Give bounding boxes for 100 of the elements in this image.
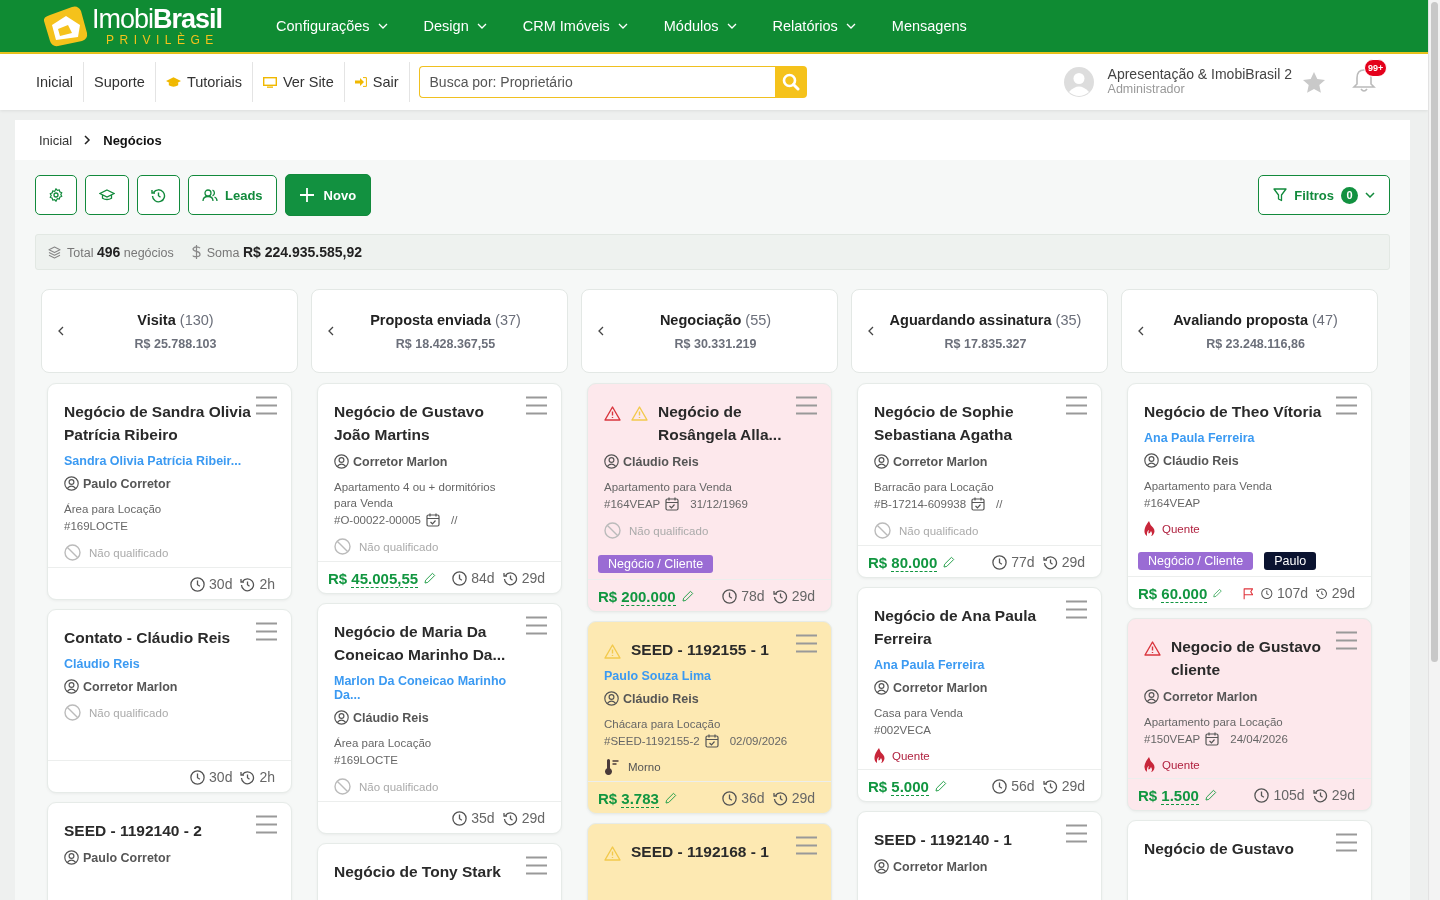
leads-button[interactable]: Leads	[188, 175, 277, 215]
pencil-icon[interactable]	[934, 780, 947, 792]
menu-icon[interactable]	[526, 396, 547, 415]
menu-icon[interactable]	[1066, 600, 1087, 619]
menu-item[interactable]: CRM Imóveis	[504, 18, 646, 34]
history-icon	[1042, 778, 1058, 794]
deal-card[interactable]: SEED - 1192140 - 2 Paulo Corretor	[47, 802, 292, 900]
menu-item[interactable]: Configurações	[258, 18, 406, 34]
breadcrumb-item[interactable]: Negócios	[103, 132, 162, 148]
last-update: 2h	[259, 576, 275, 592]
deal-value[interactable]: R$ 5.000	[868, 777, 929, 795]
pencil-icon[interactable]	[664, 792, 677, 804]
pencil-icon[interactable]	[1204, 789, 1217, 801]
user-icon	[1144, 689, 1159, 704]
search-field[interactable]: Busca por: Proprietário	[418, 66, 775, 98]
clock-icon	[992, 778, 1008, 794]
pencil-icon[interactable]	[943, 556, 956, 568]
user-icon	[874, 454, 889, 469]
pencil-icon[interactable]	[1213, 587, 1223, 599]
menu-icon[interactable]	[526, 856, 547, 875]
scrollbar[interactable]	[1428, 0, 1440, 900]
deal-card[interactable]: Negócio de Rosângela Alla... Cláudio Reis Apartamento para Venda #164VEAP 31/12/1969 Não qualificado Negócio / Cliente R$ 200.000 78d 29d	[587, 383, 832, 612]
users-icon	[202, 188, 218, 202]
flag-icon[interactable]	[1242, 585, 1254, 601]
deal-card[interactable]: Negocio de Gustavo cliente Corretor Marlon Apartamento para Locação #150VEAP 24/04/2026 Quente R$ 1.500 105d 29d	[1127, 618, 1372, 811]
menu-item[interactable]: Design	[405, 18, 505, 34]
agent-name: Cláudio Reis	[1163, 453, 1239, 468]
nav-link[interactable]: Tutoriais	[155, 62, 253, 102]
ban-icon	[64, 544, 81, 561]
pencil-icon[interactable]	[424, 572, 437, 584]
deal-card[interactable]: Negócio de Sandra Olivia Patrícia Ribeiro Sandra Olivia Patrícia Ribeir... Paulo Corretor Área para Locação #169LOCTE Não qualificado 30d 2h	[47, 383, 292, 600]
settings-button[interactable]	[35, 175, 77, 215]
deal-card[interactable]: Contato - Cláudio Reis Cláudio Reis Corretor Marlon Não qualificado 30d 2h	[47, 609, 292, 793]
new-button[interactable]: Novo	[284, 174, 372, 216]
deal-value[interactable]: R$ 45.005,55	[328, 569, 419, 587]
deal-title: SEED - 1192140 - 2	[64, 821, 203, 841]
menu-icon[interactable]	[1336, 396, 1357, 415]
menu-icon[interactable]	[796, 836, 817, 855]
fire-icon	[874, 748, 886, 763]
training-button[interactable]	[85, 175, 129, 215]
ban-icon	[334, 778, 351, 795]
deal-card[interactable]: SEED - 1192168 - 1	[587, 823, 832, 900]
nav-link[interactable]: Ver Site	[252, 62, 345, 102]
deal-card[interactable]: Negócio de Theo Vítoria Ana Paula Ferreira Cláudio Reis Apartamento para Venda #164VEAP Quente Negócio / Cliente Paulo R$ 60.000 107d 29d	[1127, 383, 1372, 609]
agent-name: Corretor Marlon	[83, 679, 178, 694]
deal-card[interactable]: Negócio de Maria Da Coneicao Marinho Da... Marlon Da Coneicao Marinho Da... Cláudio Reis Área para Locação #169LOCTE Não qualificado 35d 29d	[317, 603, 562, 834]
search-button[interactable]	[774, 66, 807, 98]
menu-icon[interactable]	[796, 634, 817, 653]
menu-icon[interactable]	[1066, 824, 1087, 843]
total-count: Total 496 negócios	[67, 244, 174, 260]
deal-card[interactable]: Negócio de Ana Paula Ferreira Ana Paula Ferreira Corretor Marlon Casa para Venda #002VECA Quente R$ 5.000 56d 29d	[857, 587, 1102, 802]
pencil-icon[interactable]	[681, 590, 694, 602]
deal-card[interactable]: SEED - 1192155 - 1 Paulo Souza Lima Cláudio Reis Chácara para Locação #SEED-1192155-2 02/09/2026 Morno R$ 3.783 36d 29d	[587, 621, 832, 814]
deal-title: Negócio de Gustavo	[1144, 839, 1295, 859]
breadcrumb-item[interactable]: Inicial	[39, 132, 73, 148]
last-update: 29d	[791, 790, 815, 806]
deal-card[interactable]: SEED - 1192140 - 1 Corretor Marlon	[857, 811, 1102, 900]
warning-icon	[604, 406, 621, 421]
menu-icon[interactable]	[256, 396, 277, 415]
menu-icon[interactable]	[1066, 396, 1087, 415]
calendar-icon	[425, 513, 440, 527]
deal-age: 30d	[209, 576, 233, 592]
clock-icon	[722, 588, 738, 604]
graduation-cap-icon	[99, 189, 115, 201]
menu-icon[interactable]	[256, 815, 277, 834]
menu-item[interactable]: Módulos	[645, 18, 755, 34]
menu-item[interactable]: Relatórios	[754, 18, 874, 34]
history-icon	[772, 790, 788, 806]
menu-icon[interactable]	[526, 616, 547, 635]
star-icon[interactable]	[1302, 70, 1326, 94]
deal-title: Negócio de Gustavo João Martins	[334, 402, 485, 445]
property-type: Apartamento para Venda	[1144, 479, 1273, 494]
notification-badge: 99+	[1364, 59, 1388, 77]
deal-value[interactable]: R$ 80.000	[868, 553, 938, 571]
deal-age: 35d	[471, 810, 495, 826]
menu-icon[interactable]	[1336, 833, 1357, 852]
nav-link[interactable]: Inicial	[26, 62, 85, 102]
history-button[interactable]	[137, 175, 180, 215]
history-icon	[502, 810, 518, 826]
graduation-cap-icon	[165, 76, 181, 88]
menu-icon[interactable]	[796, 396, 817, 415]
deal-card[interactable]: Negócio de Gustavo	[1127, 820, 1372, 900]
deal-title: Negocio de Gustavo cliente	[1171, 637, 1322, 680]
deal-card[interactable]: Negócio de Gustavo João Martins Corretor Marlon Apartamento 4 ou + dormitórios para Venda #O-00022-00005 // Não qualificado R$ 45.005,55 84d 29d	[317, 383, 562, 594]
menu-item[interactable]: Mensagens	[873, 18, 985, 34]
deal-card[interactable]: Negócio de Sophie Sebastiana Agatha Corretor Marlon Barracão para Locação #B-17214-609938 // Não qualificado R$ 80.000 77d 29d	[857, 383, 1102, 578]
deal-title: SEED - 1192168 - 1	[631, 842, 770, 862]
deal-age: 107d	[1276, 585, 1309, 601]
nav-link[interactable]: Sair	[344, 62, 410, 102]
history-icon	[151, 187, 166, 203]
ban-icon	[874, 522, 891, 539]
clock-icon	[722, 790, 738, 806]
deal-value[interactable]: R$ 60.000	[1138, 584, 1208, 602]
nav-link[interactable]: Suporte	[84, 62, 156, 102]
deal-card[interactable]: Negócio de Tony Stark	[317, 843, 562, 900]
filters-button[interactable]: Filtros 0	[1258, 175, 1390, 215]
menu-icon[interactable]	[256, 622, 277, 641]
menu-icon[interactable]	[1336, 631, 1357, 650]
deal-date: 24/04/2026	[1230, 732, 1288, 747]
deal-title: Negócio de Ana Paula Ferreira	[874, 606, 1038, 649]
